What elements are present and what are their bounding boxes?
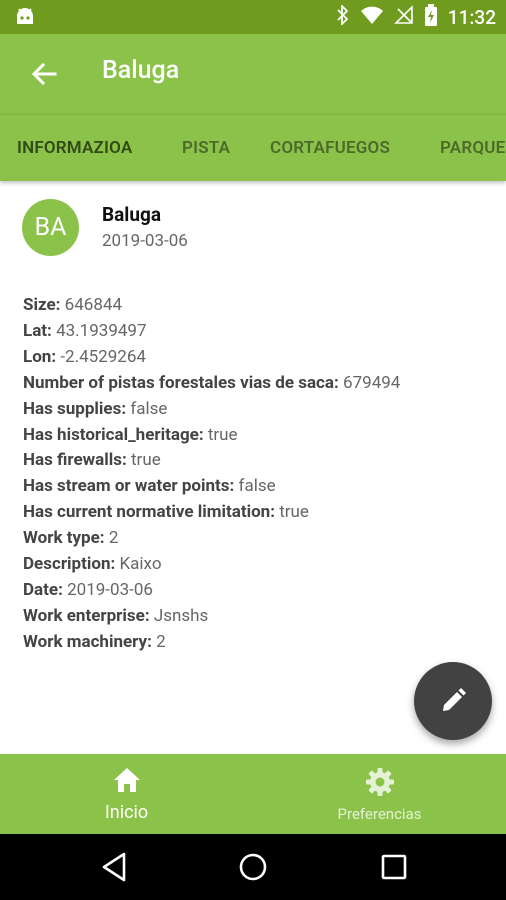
detail-row: Lat: 43.1939497	[23, 319, 493, 345]
details-list: Size: 646844 Lat: 43.1939497 Lon: -2.45292…	[23, 293, 493, 656]
detail-key: Number of pistas forestales vias de saca…	[23, 372, 339, 393]
detail-value: Kaixo	[119, 554, 162, 575]
bottom-navigation: Inicio Preferencias	[0, 754, 506, 834]
battery-icon	[424, 4, 438, 30]
detail-value: false	[130, 398, 168, 419]
detail-value: false	[238, 476, 276, 497]
detail-row: Work type: 2	[23, 526, 493, 552]
detail-row: Has current normative limitation: true	[23, 500, 493, 526]
detail-key: Lat:	[23, 320, 52, 341]
detail-row: Has firewalls: true	[23, 448, 493, 474]
no-signal-icon	[393, 5, 414, 29]
tab-bar: INFORMAZIOA PISTA CORTAFUEGOS PARQUE	[0, 114, 506, 181]
gear-icon	[365, 767, 395, 801]
wifi-icon	[360, 5, 384, 29]
tab-parque[interactable]: PARQUE	[440, 115, 505, 181]
bluetooth-icon	[336, 3, 350, 29]
detail-key: Has historical_heritage:	[23, 424, 204, 445]
detail-row: Number of pistas forestales vias de saca…	[23, 371, 493, 397]
detail-value: true	[131, 450, 161, 471]
detail-row: Date: 2019-03-06	[23, 578, 493, 604]
nav-item-inicio[interactable]: Inicio	[0, 754, 253, 834]
detail-key: Work machinery:	[23, 631, 152, 652]
status-bar: 11:32	[0, 0, 506, 34]
app-bar: Baluga	[0, 34, 506, 114]
tab-cortafuegos[interactable]: CORTAFUEGOS	[270, 115, 390, 181]
detail-value: 2	[108, 528, 119, 549]
edit-button[interactable]	[414, 662, 492, 740]
edit-pencil-icon	[443, 688, 466, 711]
system-navigation-bar	[0, 834, 506, 900]
tab-informazioa[interactable]: INFORMAZIOA	[17, 115, 132, 181]
home-icon	[112, 766, 142, 798]
detail-value: true	[279, 502, 309, 523]
detail-row: Has historical_heritage: true	[23, 423, 493, 449]
back-triangle-icon[interactable]	[101, 852, 127, 886]
nav-label-preferencias: Preferencias	[337, 805, 422, 823]
detail-key: Size:	[23, 295, 61, 315]
detail-key: Has supplies:	[23, 398, 127, 419]
card-date: 2019-03-06	[102, 231, 188, 251]
recents-square-icon[interactable]	[381, 852, 407, 886]
android-icon	[14, 6, 36, 30]
nav-label-inicio: Inicio	[104, 802, 149, 823]
detail-row: Has supplies: false	[23, 397, 493, 423]
detail-value: 43.1939497	[56, 320, 147, 341]
detail-key: Has current normative limitation:	[23, 502, 275, 523]
detail-key: Work type:	[23, 528, 105, 549]
detail-value: true	[207, 424, 238, 445]
detail-key: Has firewalls:	[23, 450, 127, 471]
detail-row: Has stream or water points: false	[23, 474, 493, 500]
detail-value: -2.4529264	[60, 346, 146, 367]
detail-value: 2	[156, 631, 166, 652]
tab-pista[interactable]: PISTA	[182, 115, 230, 181]
page-title: Baluga	[102, 56, 180, 85]
detail-value: 2019-03-06	[67, 579, 153, 600]
detail-row: Size: 646844	[23, 293, 493, 319]
detail-row: Description: Kaixo	[23, 552, 493, 578]
home-circle-icon[interactable]	[238, 852, 268, 886]
detail-value: 679494	[343, 372, 401, 393]
nav-item-preferencias[interactable]: Preferencias	[253, 754, 506, 834]
status-clock: 11:32	[447, 5, 496, 29]
detail-row: Work machinery: 2	[23, 630, 493, 656]
arrow-back-icon[interactable]	[28, 58, 60, 90]
detail-key: Lon:	[23, 346, 57, 367]
detail-row: Lon: -2.4529264	[23, 345, 493, 371]
detail-key: Has stream or water points:	[23, 476, 235, 497]
card-title: Baluga	[102, 203, 161, 226]
detail-row: Work enterprise: Jsnshs	[23, 604, 493, 630]
avatar: BA	[22, 199, 79, 256]
detail-key: Date:	[23, 579, 63, 600]
detail-value: 646844	[64, 295, 122, 315]
detail-key: Work enterprise:	[23, 605, 150, 626]
detail-key: Description:	[23, 554, 116, 575]
detail-value: Jsnshs	[153, 605, 209, 626]
